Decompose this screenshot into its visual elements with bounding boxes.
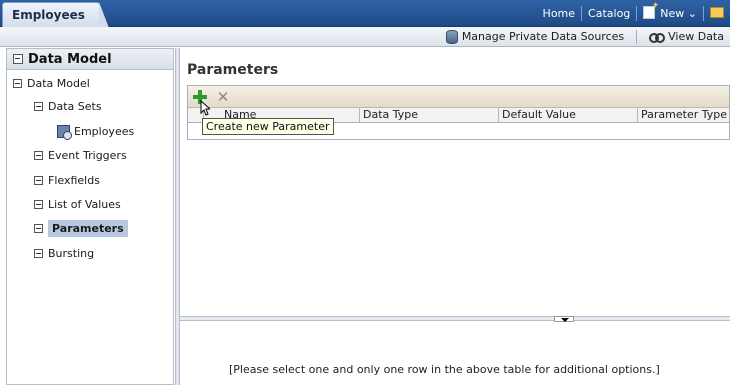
collapse-handle-icon[interactable] [554,316,574,322]
catalog-link[interactable]: Catalog [582,7,636,20]
column-header-default-value[interactable]: Default Value [499,108,638,122]
collapse-icon[interactable] [34,223,43,233]
manage-data-sources-button[interactable]: Manage Private Data Sources [440,29,630,44]
tree-item-data-model[interactable]: Data Model [13,74,90,92]
toolbar-divider [636,29,638,44]
home-link[interactable]: Home [537,7,581,20]
collapse-icon[interactable] [34,150,43,160]
tree-item-list-of-values[interactable]: List of Values [34,195,121,213]
glasses-icon [649,31,666,43]
top-bar: Employees Home Catalog New ⌄ [0,0,730,28]
tree-item-label: Event Triggers [48,148,127,162]
tree-item-bursting[interactable]: Bursting [34,244,94,262]
parameters-toolbar: ✕ [188,86,729,108]
tree-item-label: Employees [74,124,135,138]
delete-icon[interactable]: ✕ [216,89,230,104]
data-model-panel: Data Model Data Model Data Sets Employee… [6,48,174,385]
tooltip: Create new Parameter [202,118,334,135]
collapse-icon[interactable] [34,175,43,185]
tree-item-parameters[interactable]: Parameters [34,219,128,237]
collapse-icon[interactable] [34,248,43,258]
dataset-icon [57,124,72,140]
view-data-button[interactable]: View Data [643,30,730,43]
new-menu-label: New [660,7,685,20]
tree-item-flexfields[interactable]: Flexfields [34,171,100,189]
editor-toolbar: Manage Private Data Sources View Data [0,27,730,47]
tree-item-label: Parameters [48,219,128,237]
collapse-icon[interactable] [34,101,43,111]
open-folder-button[interactable] [704,6,730,20]
page-title: Parameters [187,62,279,78]
manage-data-sources-label: Manage Private Data Sources [461,30,625,43]
tree-item-label: Bursting [48,246,95,260]
collapse-icon[interactable] [13,78,22,88]
collapse-icon[interactable] [13,54,23,64]
tree-item-event-triggers[interactable]: Event Triggers [34,146,127,164]
view-data-label: View Data [668,30,724,43]
main-content: Parameters ✕ Name Data Type Default Valu… [180,48,730,385]
document-tab[interactable]: Employees [2,2,109,28]
tree-item-label: Data Model [27,76,90,90]
tree-item-label: Flexfields [48,173,100,187]
top-nav: Home Catalog New ⌄ [537,0,730,26]
tree-item-employees[interactable]: Employees [57,122,134,140]
new-document-icon [643,1,659,19]
folder-icon [710,6,724,18]
column-header-data-type[interactable]: Data Type [360,108,499,122]
document-tab-label: Employees [12,8,85,22]
chevron-down-icon: ⌄ [687,7,697,20]
column-header-parameter-type[interactable]: Parameter Type [638,108,729,122]
panel-title: Data Model [28,51,112,67]
collapse-icon[interactable] [34,199,43,209]
database-icon [445,29,458,44]
new-menu[interactable]: New ⌄ [637,1,703,20]
tree-item-label: Data Sets [48,99,102,113]
tree-item-data-sets[interactable]: Data Sets [34,97,102,115]
horizontal-splitter[interactable] [180,316,730,322]
tree-item-label: List of Values [48,197,121,211]
mouse-cursor-icon [200,100,210,116]
selection-hint: [Please select one and only one row in t… [229,363,660,376]
data-model-panel-header[interactable]: Data Model [7,49,173,70]
